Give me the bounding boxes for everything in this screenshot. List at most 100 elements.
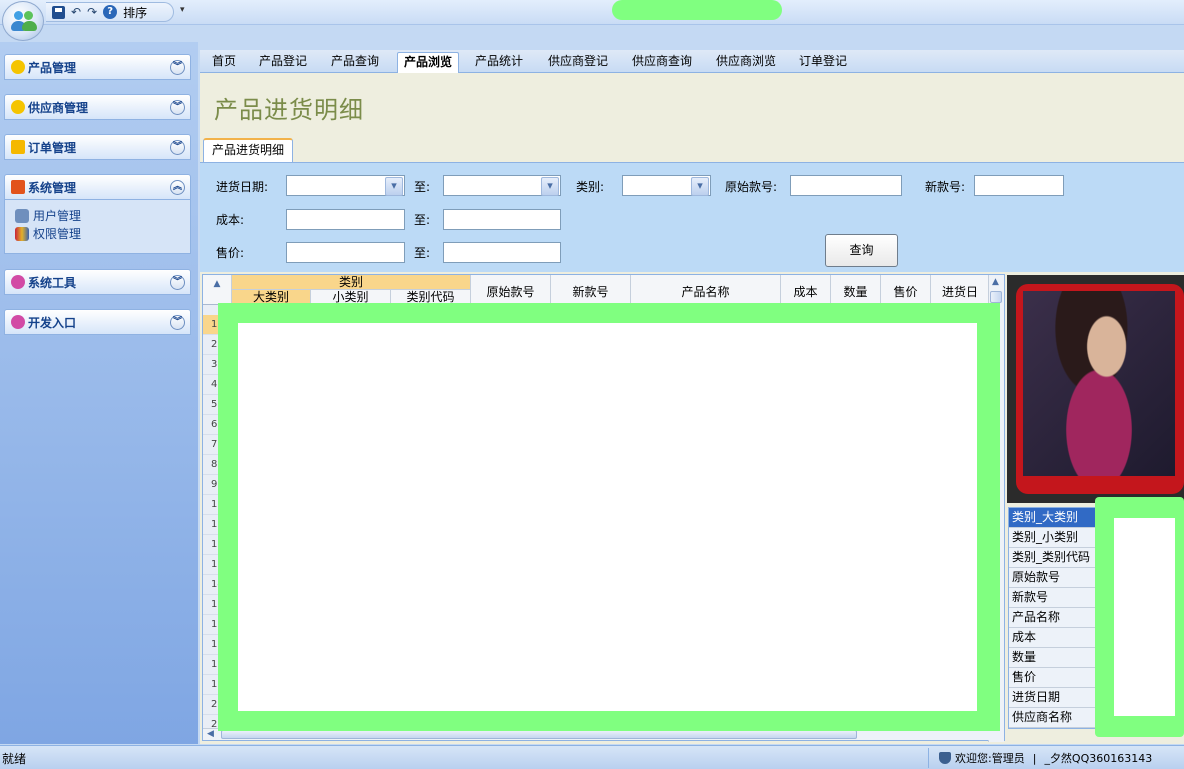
field-item[interactable]: 成本 [1009,628,1095,648]
price-to-label: 至: [414,246,431,260]
query-button[interactable]: 查询 [825,234,898,267]
filter-panel: 进货日期: 至: 类别: 原始款号: 新款号: 成本: 至: 售价: 至: 查询 [200,162,1184,272]
tab-supplier-register[interactable]: 供应商登记 [542,52,614,73]
field-item[interactable]: 售价 [1009,668,1095,688]
tab-product-stats[interactable]: 产品统计 [469,52,529,73]
page-title: 产品进货明细 [214,96,364,124]
date-to-label: 至: [414,180,431,194]
field-item[interactable]: 新款号 [1009,588,1095,608]
field-item[interactable]: 类别_小类别 [1009,528,1095,548]
nav-section-label: 供应商管理 [28,100,89,115]
scroll-thumb[interactable] [221,730,857,739]
grid-redaction-inner [238,323,977,711]
app-menu-button[interactable] [2,1,44,41]
app-logo-icon-body2 [22,21,37,31]
date-to-select[interactable] [443,175,561,196]
subtab-purchase-detail[interactable]: 产品进货明细 [203,138,294,162]
column-header-quantity[interactable]: 数量 [831,275,881,305]
new-no-label: 新款号: [925,180,966,194]
nav-section-supplier[interactable]: 供应商管理 ︾ [4,94,191,120]
cost-from-input[interactable] [286,209,405,230]
app-logo-icon-part [24,11,33,20]
title-redaction [612,0,782,20]
save-icon[interactable] [52,5,65,19]
tab-product-register[interactable]: 产品登记 [253,52,313,73]
redo-icon[interactable]: ↷ [87,4,97,20]
tab-supplier-browse[interactable]: 供应商浏览 [710,52,782,73]
customize-toolbar-icon[interactable]: ▾ [180,5,185,15]
status-text: 就绪 [2,752,27,766]
column-header-new-no[interactable]: 新款号 [551,275,631,305]
tab-bar: 首页 产品登记 产品查询 产品浏览 产品统计 供应商登记 供应商查询 供应商浏览… [200,50,1184,73]
orig-no-input[interactable] [790,175,902,196]
field-item[interactable]: 供应商名称 [1009,708,1095,728]
scroll-left-icon[interactable]: ◀ [207,729,214,739]
nav-item-user-management[interactable]: 用户管理 [15,207,81,224]
field-item[interactable]: 类别_类别代码 [1009,548,1095,568]
cost-to-label: 至: [414,213,431,227]
chevron-down-icon[interactable]: ︾ [170,60,185,75]
tab-order-register[interactable]: 订单登记 [793,52,853,73]
flower-icon [11,100,25,114]
category-select[interactable] [622,175,711,196]
date-label: 进货日期: [216,180,269,194]
nav-section-label: 产品管理 [28,60,77,75]
nav-section-system[interactable]: 系统管理 ︽ [4,174,191,200]
undo-icon[interactable]: ↶ [71,4,81,20]
nav-section-product[interactable]: 产品管理 ︾ [4,54,191,80]
product-photo [1023,291,1175,476]
scroll-up-icon[interactable]: ▲ [992,277,999,287]
chevron-down-icon[interactable]: ︾ [170,275,185,290]
column-group-category[interactable]: 类别 [232,275,471,290]
date-from-select[interactable] [286,175,405,196]
column-header-purchase-date[interactable]: 进货日 [931,275,989,305]
field-item[interactable]: 进货日期 [1009,688,1095,708]
tab-product-query[interactable]: 产品查询 [325,52,385,73]
tab-supplier-query[interactable]: 供应商查询 [626,52,698,73]
column-header-orig-no[interactable]: 原始款号 [471,275,551,305]
column-header-cost[interactable]: 成本 [781,275,831,305]
user-icon [939,752,951,764]
price-from-input[interactable] [286,242,405,263]
app-logo-icon [14,11,23,20]
tools-icon [11,275,25,289]
sort-corner-icon[interactable]: ▲ [203,275,232,305]
price-to-input[interactable] [443,242,561,263]
quick-access-toolbar: ↶ ↷ ? 排序 [46,2,174,22]
dev-icon [11,315,25,329]
nav-section-label: 订单管理 [28,140,77,155]
cost-to-input[interactable] [443,209,561,230]
nav-section-label: 系统管理 [28,180,77,195]
field-list: 类别_大类别 类别_小类别 类别_类别代码 原始款号 新款号 产品名称 成本 数… [1008,507,1095,729]
grid-header: ▲ 类别 大类别 小类别 类别代码 原始款号 新款号 产品名称 成本 数量 售价… [203,275,989,305]
status-separator: | [1032,751,1037,765]
sort-button[interactable]: 排序 [123,4,147,21]
status-user-info: 欢迎您:管理员 | _夕然QQ360163143 [928,748,1184,768]
column-header-product-name[interactable]: 产品名称 [631,275,781,305]
nav-item-label: 权限管理 [33,227,82,241]
cost-label: 成本: [216,213,245,227]
tab-product-browse[interactable]: 产品浏览 [397,52,460,73]
new-no-input[interactable] [974,175,1064,196]
card-icon [11,180,25,194]
chevron-up-icon[interactable]: ︽ [170,180,185,195]
field-item[interactable]: 原始款号 [1009,568,1095,588]
nav-section-label: 开发入口 [28,315,77,330]
field-item[interactable]: 数量 [1009,648,1095,668]
nav-section-dev[interactable]: 开发入口 ︾ [4,309,191,335]
nav-section-tools[interactable]: 系统工具 ︾ [4,269,191,295]
field-item[interactable]: 类别_大类别 [1009,508,1095,528]
field-item[interactable]: 产品名称 [1009,608,1095,628]
status-bar: 就绪 欢迎您:管理员 | _夕然QQ360163143 [0,745,1184,769]
nav-section-order[interactable]: 订单管理 ︾ [4,134,191,160]
nav-item-label: 用户管理 [33,209,82,223]
chevron-down-icon[interactable]: ︾ [170,315,185,330]
scroll-thumb[interactable] [990,291,1002,303]
tab-home[interactable]: 首页 [206,52,242,73]
chevron-down-icon[interactable]: ︾ [170,140,185,155]
column-header-price[interactable]: 售价 [881,275,931,305]
nav-item-permission-management[interactable]: 权限管理 [15,225,81,242]
help-icon[interactable]: ? [103,5,118,19]
product-photo-panel [1007,275,1184,503]
chevron-down-icon[interactable]: ︾ [170,100,185,115]
